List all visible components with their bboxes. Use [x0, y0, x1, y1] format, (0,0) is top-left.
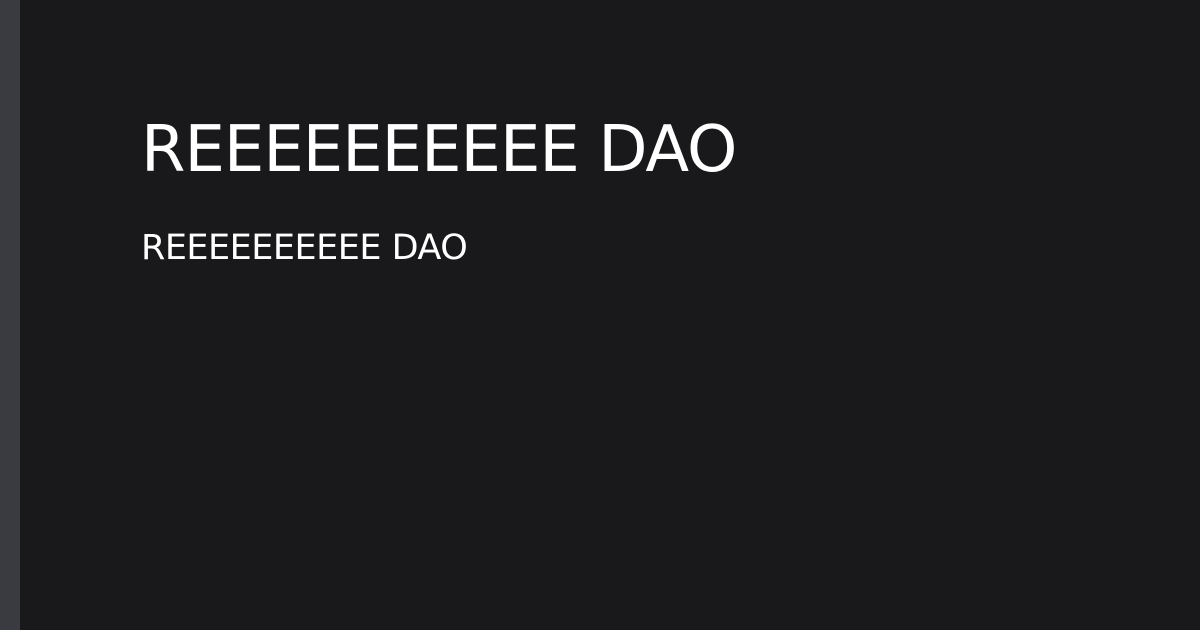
share-card: REEEEEEEEEE DAO REEEEEEEEEE DAO [0, 0, 1200, 630]
accent-bar [0, 0, 20, 630]
card-description: REEEEEEEEEE DAO [141, 228, 468, 268]
card-content: REEEEEEEEEE DAO REEEEEEEEEE DAO [141, 110, 1140, 270]
card-title: REEEEEEEEEE DAO [141, 113, 737, 187]
